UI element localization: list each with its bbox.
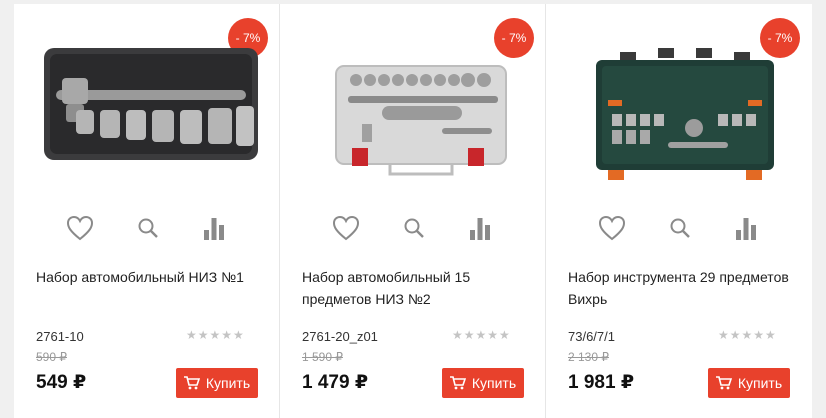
cart-icon [183,376,200,390]
search-icon[interactable] [662,210,698,246]
cart-icon [449,376,466,390]
buy-button[interactable]: Купить [708,368,790,398]
cart-icon [715,376,732,390]
rating-stars: ★★★★★ [452,328,511,342]
heart-icon[interactable] [62,210,98,246]
product-image[interactable] [36,24,266,194]
product-sku: 2761-10 [36,329,84,344]
product-image[interactable] [302,24,532,194]
bar-chart-icon[interactable] [196,210,232,246]
product-card: - 7% Набор автомобильный НИЗ №1 2761-10 … [14,4,280,418]
product-sku: 2761-20_z01 [302,329,378,344]
old-price: 590 ₽ [36,350,67,364]
bar-chart-icon[interactable] [728,210,764,246]
buy-button-label: Купить [737,375,783,391]
price: 1 981 ₽ [568,372,635,393]
product-title[interactable]: Набор инструмента 29 предметов Вихрь [568,266,798,310]
search-icon[interactable] [130,210,166,246]
bar-chart-icon[interactable] [462,210,498,246]
price: 549 ₽ [36,372,87,393]
product-actions [280,210,545,260]
product-grid: - 7% Набор автомобильный НИЗ №1 2761-10 … [14,4,826,418]
product-image[interactable] [568,24,798,194]
rating-stars: ★★★★★ [186,328,245,342]
search-icon[interactable] [396,210,432,246]
buy-button[interactable]: Купить [442,368,524,398]
heart-icon[interactable] [594,210,630,246]
product-sku: 73/6/7/1 [568,329,615,344]
rating-stars: ★★★★★ [718,328,777,342]
product-title[interactable]: Набор автомобильный 15 предметов НИЗ №2 [302,266,532,310]
product-actions [14,210,279,260]
product-title[interactable]: Набор автомобильный НИЗ №1 [36,266,266,288]
old-price: 1 590 ₽ [302,350,343,364]
buy-button-label: Купить [205,375,251,391]
old-price: 2 130 ₽ [568,350,609,364]
price: 1 479 ₽ [302,372,369,393]
buy-button[interactable]: Купить [176,368,258,398]
product-card: - 7% Набор инструмента 29 предметов Вихр… [546,4,812,418]
product-actions [546,210,812,260]
buy-button-label: Купить [471,375,517,391]
product-card: - 7% Набор автомобильный 15 предметов НИ… [280,4,546,418]
heart-icon[interactable] [328,210,364,246]
